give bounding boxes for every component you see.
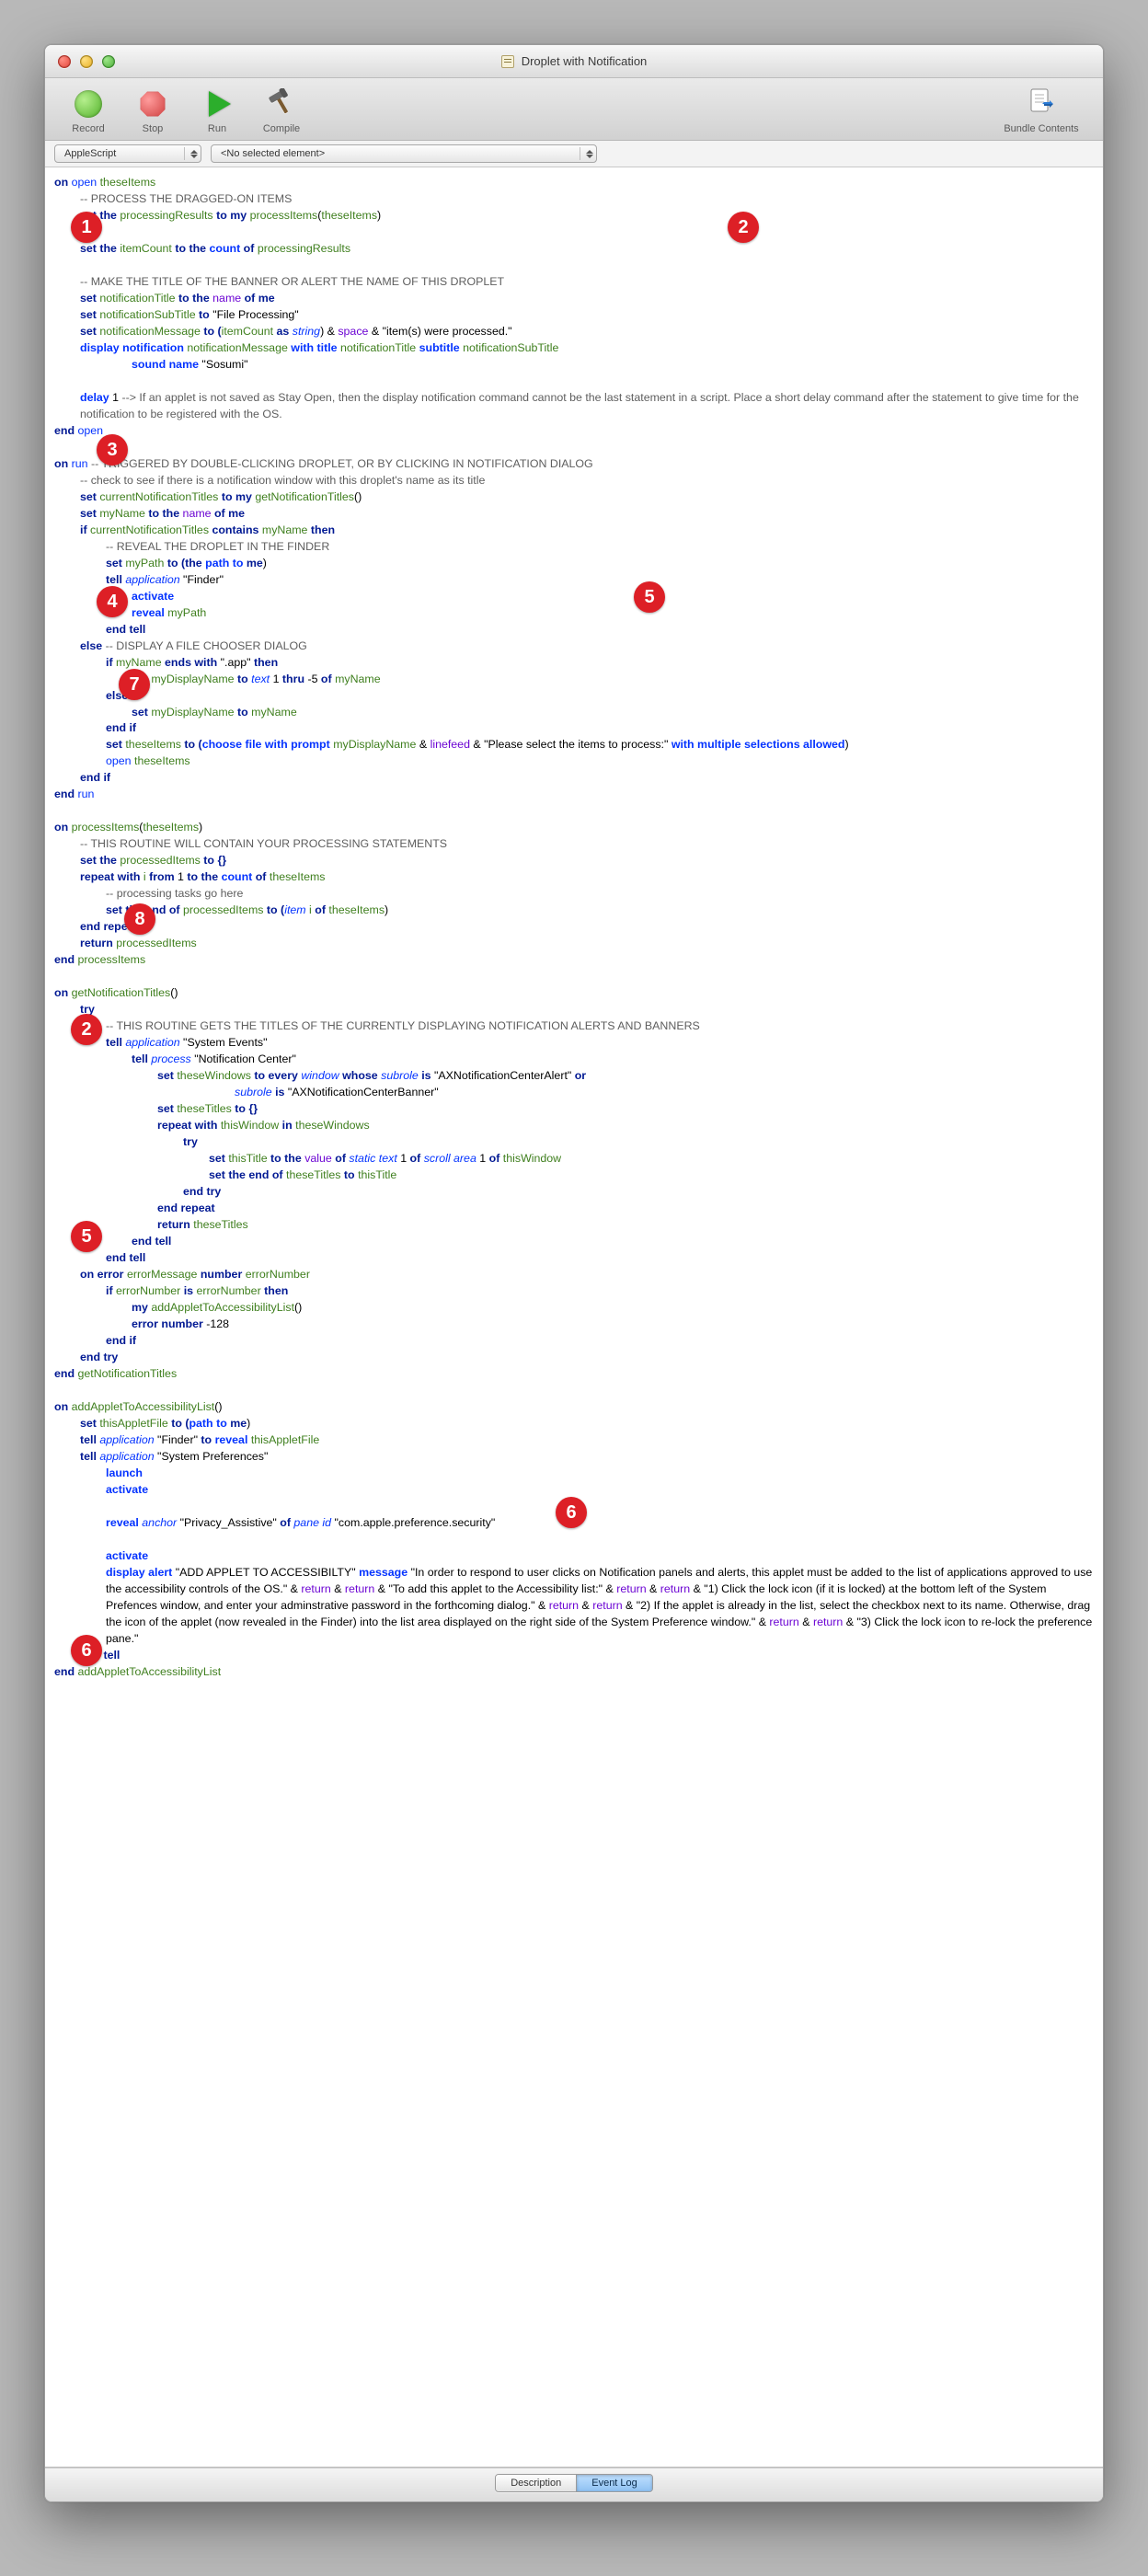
play-icon — [209, 91, 231, 117]
callout-2b: 2 — [71, 1014, 102, 1045]
record-button[interactable]: Record — [56, 88, 121, 134]
stop-label: Stop — [143, 123, 164, 134]
run-button[interactable]: Run — [185, 88, 249, 134]
bottom-bar: Description Event Log — [45, 2467, 1103, 2501]
element-value: <No selected element> — [221, 148, 325, 159]
tab-event-log[interactable]: Event Log — [576, 2475, 652, 2491]
callout-4: 4 — [97, 586, 128, 617]
updown-icon — [184, 147, 195, 160]
updown-icon — [580, 147, 591, 160]
callout-2a: 2 — [728, 212, 759, 243]
traffic-lights — [45, 55, 115, 68]
result-tabs: Description Event Log — [495, 2474, 653, 2492]
callout-5a: 5 — [634, 581, 665, 613]
navigation-bar: AppleScript <No selected element> — [45, 141, 1103, 167]
record-label: Record — [72, 123, 104, 134]
close-window-button[interactable] — [58, 55, 71, 68]
record-icon — [75, 90, 102, 118]
compile-label: Compile — [263, 123, 300, 134]
callout-3: 3 — [97, 434, 128, 466]
script-editor-window: Droplet with Notification Record Stop Ru… — [44, 44, 1104, 2502]
minimize-window-button[interactable] — [80, 55, 93, 68]
callout-7: 7 — [119, 669, 150, 700]
language-select[interactable]: AppleScript — [54, 144, 201, 163]
element-select[interactable]: <No selected element> — [211, 144, 597, 163]
bundle-contents-button[interactable]: Bundle Contents — [991, 86, 1092, 134]
stop-button[interactable]: Stop — [121, 88, 185, 134]
stop-icon — [139, 90, 166, 118]
run-label: Run — [208, 123, 226, 134]
callout-5b: 5 — [71, 1221, 102, 1252]
callout-6b: 6 — [71, 1635, 102, 1666]
window-title-text: Droplet with Notification — [522, 54, 648, 68]
callout-6a: 6 — [556, 1497, 587, 1528]
code-editor[interactable]: 1 2 3 4 5 7 8 2 5 6 6 on open theseItems… — [45, 167, 1103, 2467]
bundle-label: Bundle Contents — [1004, 123, 1078, 134]
hammer-icon — [266, 88, 297, 120]
zoom-window-button[interactable] — [102, 55, 115, 68]
callout-8: 8 — [124, 903, 155, 935]
document-icon — [501, 55, 514, 68]
tab-description[interactable]: Description — [496, 2475, 576, 2491]
titlebar: Droplet with Notification — [45, 45, 1103, 78]
language-value: AppleScript — [64, 148, 116, 159]
window-title: Droplet with Notification — [45, 54, 1103, 68]
compile-button[interactable]: Compile — [249, 88, 314, 134]
bundle-icon — [1026, 86, 1057, 120]
toolbar: Record Stop Run — [45, 78, 1103, 141]
callout-1: 1 — [71, 212, 102, 243]
